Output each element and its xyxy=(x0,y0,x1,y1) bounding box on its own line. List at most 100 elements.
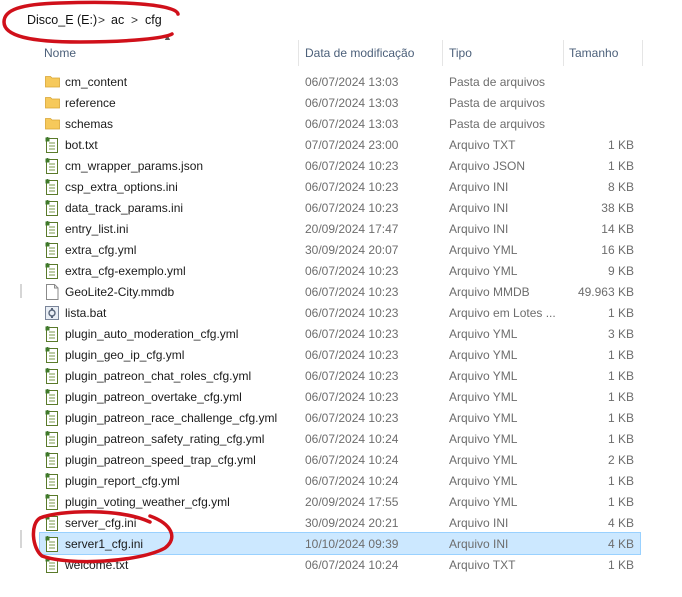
column-header-name[interactable]: Nome xyxy=(44,46,76,60)
file-row[interactable]: server1_cfg.ini 10/10/2024 09:39 Arquivo I… xyxy=(39,532,641,555)
file-date-modified: 06/07/2024 10:23 xyxy=(305,201,399,215)
file-row[interactable]: server_cfg.ini 30/09/2024 20:21 Arquivo IN… xyxy=(40,512,640,533)
file-row[interactable]: plugin_geo_ip_cfg.yml 06/07/2024 10:23 Arq… xyxy=(40,344,640,365)
notepad-file-icon xyxy=(45,136,59,153)
file-size: 14 KB xyxy=(601,222,634,236)
file-row[interactable]: csp_extra_options.ini 06/07/2024 10:23 Arq… xyxy=(40,176,640,197)
file-name: cm_wrapper_params.json xyxy=(65,159,204,173)
notepad-file-icon xyxy=(45,367,59,384)
file-type: Pasta de arquivos xyxy=(449,96,546,110)
breadcrumb-item-cfg[interactable]: cfg xyxy=(145,13,162,27)
file-size: 1 KB xyxy=(607,159,634,173)
file-date-modified: 06/07/2024 10:23 xyxy=(305,369,399,383)
file-date-modified: 06/07/2024 10:24 xyxy=(305,453,399,467)
file-size: 16 KB xyxy=(601,243,634,257)
file-row[interactable]: cm_content 06/07/2024 13:03 Pasta de arqui… xyxy=(40,71,640,92)
notepad-file-icon xyxy=(45,157,59,174)
file-name: cm_content xyxy=(65,75,128,89)
breadcrumb-item-drive[interactable]: Disco_E (E:) xyxy=(27,13,97,27)
file-size: 4 KB xyxy=(607,516,634,530)
file-size: 1 KB xyxy=(607,495,634,509)
file-size: 1 KB xyxy=(607,558,634,572)
file-row[interactable]: GeoLite2-City.mmdb 06/07/2024 10:23 Arquiv… xyxy=(40,281,640,302)
file-size: 9 KB xyxy=(607,264,634,278)
file-size: 1 KB xyxy=(607,474,634,488)
file-row[interactable]: plugin_patreon_chat_roles_cfg.yml 06/07/2… xyxy=(40,365,640,386)
notepad-file-icon xyxy=(45,514,59,531)
file-type: Arquivo INI xyxy=(449,222,509,236)
file-name: reference xyxy=(65,96,116,110)
file-row[interactable]: plugin_voting_weather_cfg.yml 20/09/2024 … xyxy=(40,491,640,512)
file-date-modified: 10/10/2024 09:39 xyxy=(305,537,399,551)
column-header-type[interactable]: Tipo xyxy=(449,46,472,60)
file-type: Pasta de arquivos xyxy=(449,75,546,89)
notepad-file-icon xyxy=(45,241,59,258)
column-divider[interactable] xyxy=(442,40,443,66)
file-name: plugin_patreon_safety_rating_cfg.yml xyxy=(65,432,265,446)
file-name: welcome.txt xyxy=(65,558,129,572)
file-row[interactable]: cm_wrapper_params.json 06/07/2024 10:23 Ar… xyxy=(40,155,640,176)
file-name: schemas xyxy=(65,117,114,131)
file-type: Arquivo YML xyxy=(449,369,518,383)
file-date-modified: 06/07/2024 10:23 xyxy=(305,411,399,425)
column-divider[interactable] xyxy=(563,40,564,66)
file-date-modified: 06/07/2024 10:23 xyxy=(305,264,399,278)
file-row[interactable]: schemas 06/07/2024 13:03 Pasta de arquivos xyxy=(40,113,640,134)
file-row[interactable]: extra_cfg-exemplo.yml 06/07/2024 10:23 Arq… xyxy=(40,260,640,281)
file-name: plugin_patreon_overtake_cfg.yml xyxy=(65,390,242,404)
notepad-file-icon xyxy=(45,220,59,237)
notepad-file-icon xyxy=(45,199,59,216)
column-header-date[interactable]: Data de modificação xyxy=(305,46,414,60)
file-type: Arquivo YML xyxy=(449,453,518,467)
file-size: 1 KB xyxy=(607,390,634,404)
file-type: Arquivo YML xyxy=(449,264,518,278)
file-date-modified: 06/07/2024 10:24 xyxy=(305,474,399,488)
notepad-file-icon xyxy=(45,262,59,279)
file-size: 1 KB xyxy=(607,411,634,425)
file-name: lista.bat xyxy=(65,306,107,320)
file-row[interactable]: welcome.txt 06/07/2024 10:24 Arquivo TXT 1 … xyxy=(40,554,640,575)
file-size: 1 KB xyxy=(607,348,634,362)
file-size: 1 KB xyxy=(607,432,634,446)
file-name: csp_extra_options.ini xyxy=(65,180,178,194)
file-row[interactable]: data_track_params.ini 06/07/2024 10:23 Arq… xyxy=(40,197,640,218)
file-name: plugin_report_cfg.yml xyxy=(65,474,180,488)
file-row[interactable]: plugin_patreon_race_challenge_cfg.yml 06/… xyxy=(40,407,640,428)
breadcrumb-separator-icon[interactable]: > xyxy=(98,13,105,27)
scroll-marker xyxy=(20,284,22,298)
address-bar[interactable]: Disco_E (E:) > ac > cfg xyxy=(0,0,682,40)
file-date-modified: 06/07/2024 13:03 xyxy=(305,75,399,89)
folder-icon xyxy=(45,116,60,131)
file-row[interactable]: plugin_patreon_overtake_cfg.yml 06/07/202… xyxy=(40,386,640,407)
file-name: data_track_params.ini xyxy=(65,201,184,215)
notepad-file-icon xyxy=(45,178,59,195)
file-date-modified: 06/07/2024 10:23 xyxy=(305,306,399,320)
notepad-file-icon xyxy=(45,472,59,489)
column-header-size[interactable]: Tamanho xyxy=(569,46,618,60)
file-name: plugin_auto_moderation_cfg.yml xyxy=(65,327,239,341)
file-row[interactable]: extra_cfg.yml 30/09/2024 20:07 Arquivo YML… xyxy=(40,239,640,260)
notepad-file-icon xyxy=(45,409,59,426)
file-row[interactable]: entry_list.ini 20/09/2024 17:47 Arquivo IN… xyxy=(40,218,640,239)
file-row[interactable]: plugin_report_cfg.yml 06/07/2024 10:24 Arq… xyxy=(40,470,640,491)
breadcrumb-item-ac[interactable]: ac xyxy=(111,13,124,27)
notepad-file-icon xyxy=(45,535,59,552)
file-row[interactable]: plugin_patreon_safety_rating_cfg.yml 06/0… xyxy=(40,428,640,449)
file-size: 49.963 KB xyxy=(577,285,634,299)
folder-icon xyxy=(45,95,60,110)
column-divider[interactable] xyxy=(298,40,299,66)
file-row[interactable]: plugin_auto_moderation_cfg.yml 06/07/2024… xyxy=(40,323,640,344)
breadcrumb-separator-icon[interactable]: > xyxy=(131,13,138,27)
notepad-file-icon xyxy=(45,556,59,573)
scroll-marker xyxy=(20,530,22,548)
column-divider[interactable] xyxy=(642,40,643,66)
file-row[interactable]: reference 06/07/2024 13:03 Pasta de arquiv… xyxy=(40,92,640,113)
file-row[interactable]: bot.txt 07/07/2024 23:00 Arquivo TXT 1 KB xyxy=(40,134,640,155)
file-row[interactable]: lista.bat 06/07/2024 10:23 Arquivo em Lote… xyxy=(40,302,640,323)
notepad-file-icon xyxy=(45,346,59,363)
file-date-modified: 06/07/2024 10:23 xyxy=(305,390,399,404)
file-type: Arquivo MMDB xyxy=(449,285,530,299)
file-row[interactable]: plugin_patreon_speed_trap_cfg.yml 06/07/2… xyxy=(40,449,640,470)
file-name: plugin_patreon_speed_trap_cfg.yml xyxy=(65,453,256,467)
file-name: plugin_patreon_race_challenge_cfg.yml xyxy=(65,411,278,425)
